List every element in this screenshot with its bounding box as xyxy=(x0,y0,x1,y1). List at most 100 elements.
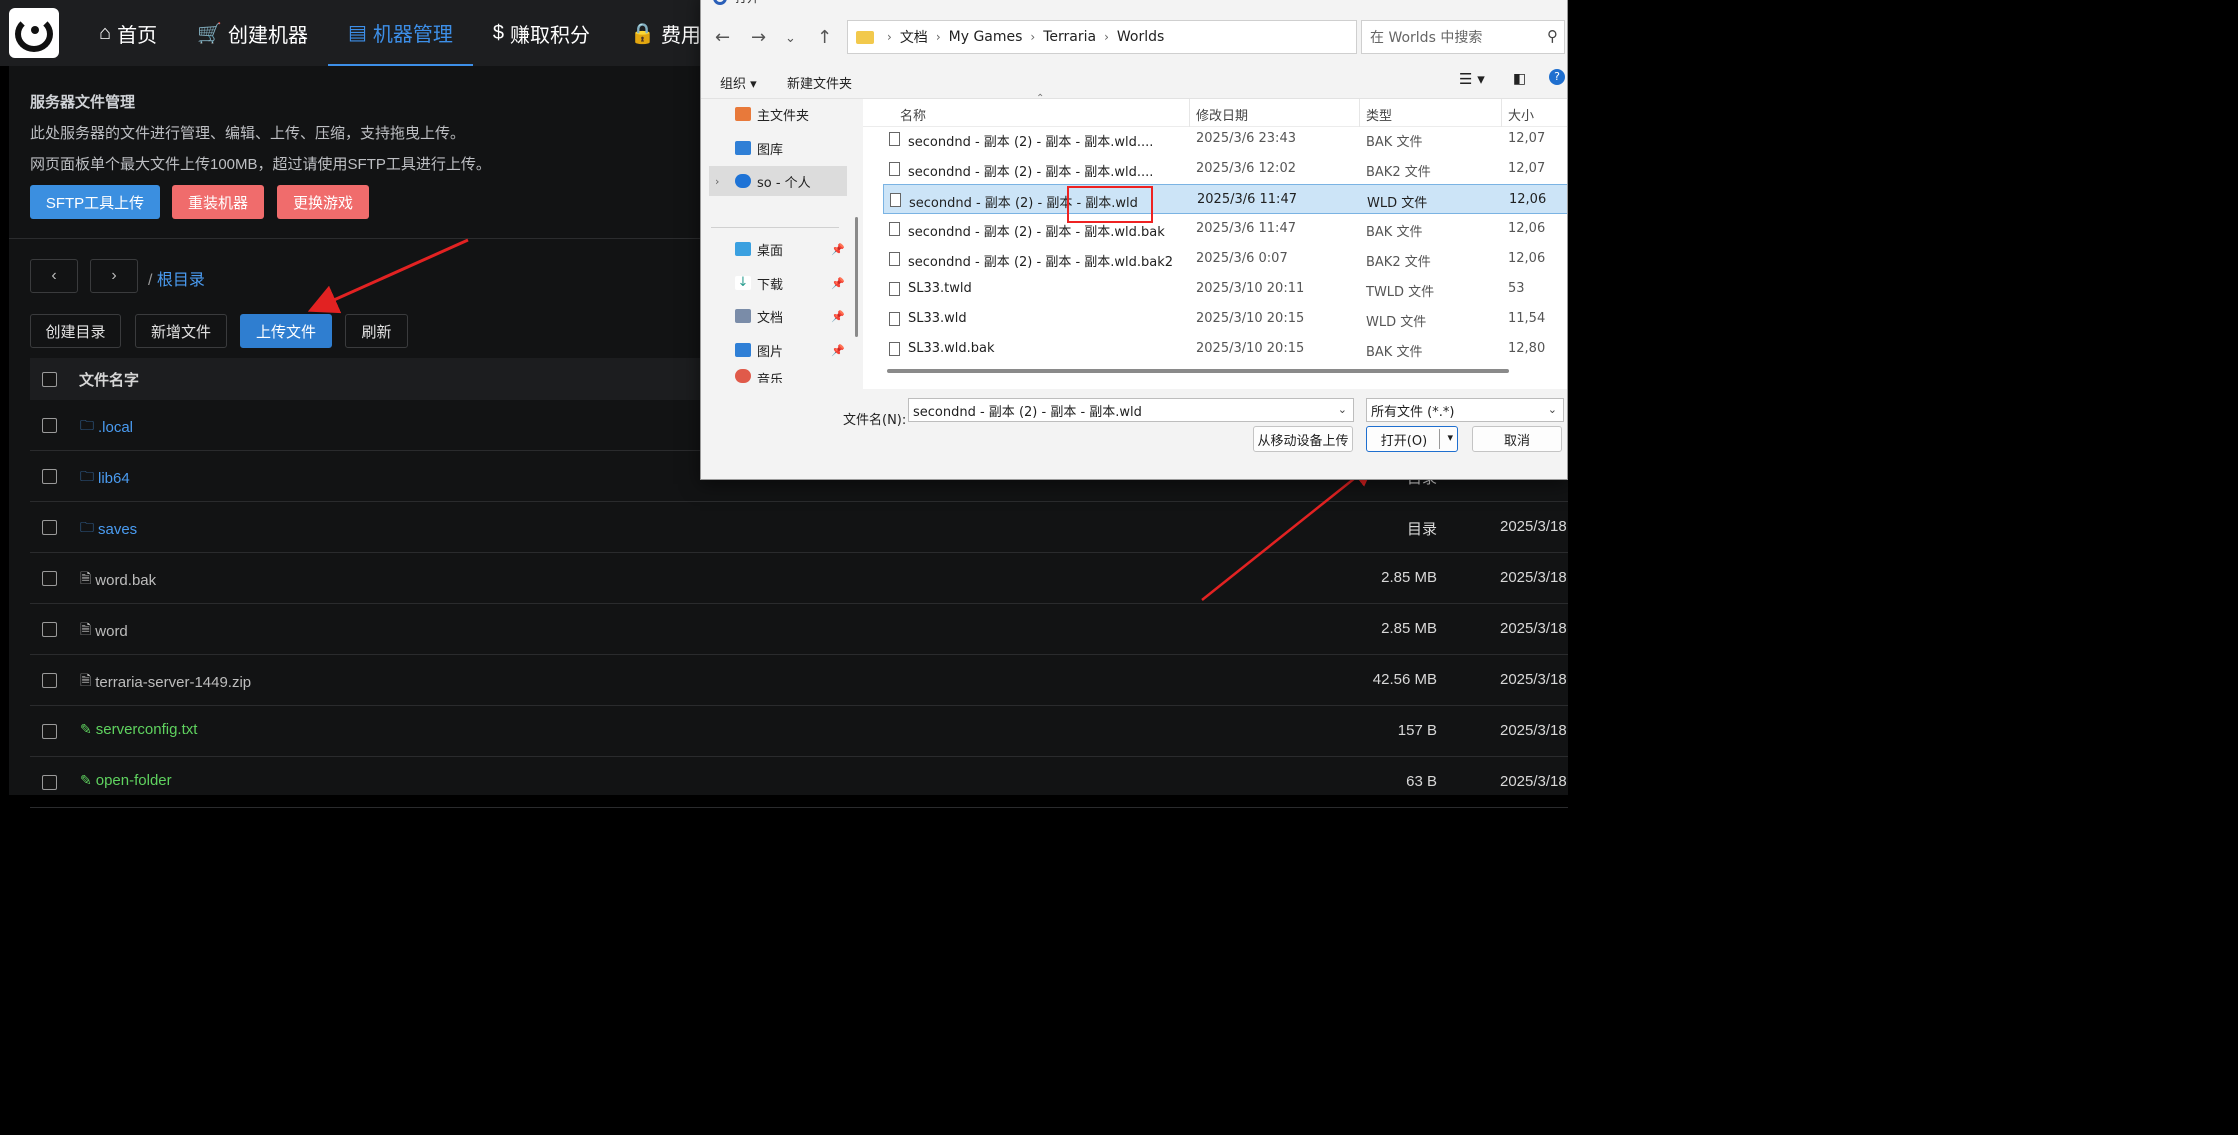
file-name-link[interactable]: 🗎 word.bak xyxy=(80,568,156,592)
nav-home-folder[interactable]: 主文件夹 xyxy=(735,99,845,129)
filetype-select[interactable]: 所有文件 (*.*) ⌄ xyxy=(1366,398,1564,422)
table-row[interactable]: ✎ open-folder 63 B 2025/3/18 xyxy=(30,757,1568,808)
row-checkbox[interactable] xyxy=(42,775,57,790)
nav-gallery[interactable]: 图库 xyxy=(735,133,845,163)
file-name-link[interactable]: 🗀 lib64 xyxy=(80,466,130,490)
nav-downloads[interactable]: ↓ 下载 📌 xyxy=(735,268,845,298)
file-date: 2025/3/18 xyxy=(1500,773,1567,790)
nav-label: 下载 xyxy=(757,277,784,293)
expand-chevron-icon[interactable]: › xyxy=(715,175,719,188)
column-divider[interactable] xyxy=(1359,99,1360,127)
dialog-title: 打开 xyxy=(735,0,759,6)
recent-chevron-icon[interactable]: ⌄ xyxy=(785,31,796,46)
upload-from-mobile-button[interactable]: 从移动设备上传 xyxy=(1253,426,1353,452)
forward-arrow-icon[interactable]: → xyxy=(751,27,766,48)
column-date[interactable]: 修改日期 xyxy=(1196,105,1248,124)
nav-scrollbar[interactable] xyxy=(855,217,858,337)
file-name-link[interactable]: ✎ open-folder xyxy=(80,772,172,789)
column-divider[interactable] xyxy=(1501,99,1502,127)
nav-documents[interactable]: 文档 📌 xyxy=(735,301,845,331)
create-directory-button[interactable]: 创建目录 xyxy=(30,314,121,348)
back-button[interactable]: ‹ xyxy=(30,259,78,293)
file-row[interactable]: secondnd - 副本 (2) - 副本 - 副本.wld.bak 2025/… xyxy=(883,214,1567,244)
nav-machine-management[interactable]: ▤ 机器管理 xyxy=(328,0,473,66)
file-name-link[interactable]: 🗎 terraria-server-1449.zip xyxy=(80,670,251,694)
new-file-button[interactable]: 新增文件 xyxy=(135,314,227,348)
forward-button[interactable]: › xyxy=(90,259,138,293)
column-type[interactable]: 类型 xyxy=(1366,105,1392,124)
file-row[interactable]: SL33.wld 2025/3/10 20:15 WLD 文件 11,54 xyxy=(883,304,1567,334)
home-folder-icon xyxy=(735,107,751,121)
back-arrow-icon[interactable]: ← xyxy=(715,27,730,48)
nav-earn-points[interactable]: $ 赚取积分 xyxy=(473,0,610,66)
row-checkbox[interactable] xyxy=(42,571,57,586)
file-row[interactable]: secondnd - 副本 (2) - 副本 - 副本.wld.... 2025/… xyxy=(883,154,1567,184)
help-icon[interactable]: ? xyxy=(1549,69,1565,85)
nav-create-machine[interactable]: 🛒 创建机器 xyxy=(177,0,328,66)
cancel-button[interactable]: 取消 xyxy=(1472,426,1562,452)
row-checkbox[interactable] xyxy=(42,418,57,433)
sftp-upload-button[interactable]: SFTP工具上传 xyxy=(30,185,160,219)
column-divider[interactable] xyxy=(1189,99,1190,127)
open-button[interactable]: 打开(O) ▾ xyxy=(1366,426,1458,452)
table-row[interactable]: ✎ serverconfig.txt 157 B 2025/3/18 xyxy=(30,706,1568,757)
chevron-down-icon[interactable]: ⌄ xyxy=(1338,403,1347,416)
path-segment-documents[interactable]: 文档 xyxy=(900,27,928,47)
nav-music[interactable]: 音乐 xyxy=(735,369,845,383)
row-date: 2025/3/6 23:43 xyxy=(1196,131,1296,146)
table-row[interactable]: 🗎 word.bak 2.85 MB 2025/3/18 xyxy=(30,553,1568,604)
preview-pane-icon[interactable]: ◧ xyxy=(1513,71,1526,87)
select-all-checkbox[interactable] xyxy=(42,371,57,387)
site-logo[interactable] xyxy=(9,8,59,58)
table-row[interactable]: 🗎 terraria-server-1449.zip 42.56 MB 2025/3/… xyxy=(30,655,1568,706)
row-checkbox[interactable] xyxy=(42,469,57,484)
table-row[interactable]: 🗎 word 2.85 MB 2025/3/18 xyxy=(30,604,1568,655)
file-name-link[interactable]: 🗎 word xyxy=(80,619,128,643)
file-row[interactable]: secondnd - 副本 (2) - 副本 - 副本.wld.... 2025/… xyxy=(883,124,1567,154)
path-segment-terraria[interactable]: Terraria xyxy=(1043,29,1096,45)
refresh-button[interactable]: 刷新 xyxy=(345,314,408,348)
file-name: terraria-server-1449.zip xyxy=(95,673,252,691)
filename-input[interactable]: secondnd - 副本 (2) - 副本 - 副本.wld ⌄ xyxy=(908,398,1354,422)
table-row[interactable]: 🗀 saves 目录 2025/3/18 xyxy=(30,502,1568,553)
address-box[interactable]: › 文档 › My Games › Terraria › Worlds ⌄ ↻ xyxy=(847,20,1486,54)
nav-onedrive[interactable]: › so - 个人 xyxy=(709,166,847,196)
change-game-button[interactable]: 更换游戏 xyxy=(277,185,369,219)
horizontal-scrollbar[interactable] xyxy=(887,369,1509,373)
nav-home-label: 首页 xyxy=(117,24,158,47)
new-folder-button[interactable]: 新建文件夹 xyxy=(787,73,852,92)
up-arrow-icon[interactable]: ↑ xyxy=(817,27,832,48)
row-checkbox[interactable] xyxy=(42,673,57,688)
view-options-icon[interactable]: ☰ ▾ xyxy=(1459,70,1485,88)
nav-pictures[interactable]: 图片 📌 xyxy=(735,335,845,365)
row-checkbox[interactable] xyxy=(42,622,57,637)
reinstall-button[interactable]: 重装机器 xyxy=(172,185,264,219)
file-row[interactable]: SL33.twld 2025/3/10 20:11 TWLD 文件 53 xyxy=(883,274,1567,304)
nav-home[interactable]: ⌂ 首页 xyxy=(79,0,177,66)
dropdown-caret-icon[interactable]: ▾ xyxy=(1447,431,1453,444)
organize-menu[interactable]: 组织 ▾ xyxy=(720,73,757,92)
path-segment-worlds[interactable]: Worlds xyxy=(1117,29,1164,45)
navigation-pane: 主文件夹 图库 › so - 个人 桌面 📌 ↓ 下载 📌 文档 📌 图片 📌 音乐 xyxy=(701,99,859,389)
row-checkbox[interactable] xyxy=(42,520,57,535)
search-input[interactable]: 在 Worlds 中搜索 ⚲ xyxy=(1361,20,1565,54)
chevron-down-icon[interactable]: ⌄ xyxy=(1548,403,1557,416)
row-size: 12,80 xyxy=(1508,341,1546,356)
file-row[interactable]: secondnd - 副本 (2) - 副本 - 副本.wld.bak2 2025… xyxy=(883,244,1567,274)
nav-label: 图片 xyxy=(757,344,784,360)
column-name[interactable]: 名称 xyxy=(900,105,926,124)
breadcrumb-root[interactable]: 根目录 xyxy=(157,272,205,289)
file-row[interactable]: SL33.wld.bak 2025/3/10 20:15 BAK 文件 12,80 xyxy=(883,334,1567,364)
file-name-link[interactable]: 🗀 .local xyxy=(80,415,133,439)
column-size[interactable]: 大小 xyxy=(1508,105,1534,124)
file-name: open-folder xyxy=(95,772,172,789)
row-checkbox[interactable] xyxy=(42,724,57,739)
file-name-link[interactable]: 🗀 saves xyxy=(80,517,137,541)
upload-file-button[interactable]: 上传文件 xyxy=(240,314,332,348)
nav-desktop[interactable]: 桌面 📌 xyxy=(735,234,845,264)
file-size: 63 B xyxy=(1406,773,1437,790)
path-segment-my-games[interactable]: My Games xyxy=(949,29,1023,45)
file-row-selected[interactable]: secondnd - 副本 (2) - 副本 - 副本.wld 2025/3/6 … xyxy=(883,184,1567,214)
file-name-link[interactable]: ✎ serverconfig.txt xyxy=(80,721,197,738)
pictures-icon xyxy=(735,343,751,357)
